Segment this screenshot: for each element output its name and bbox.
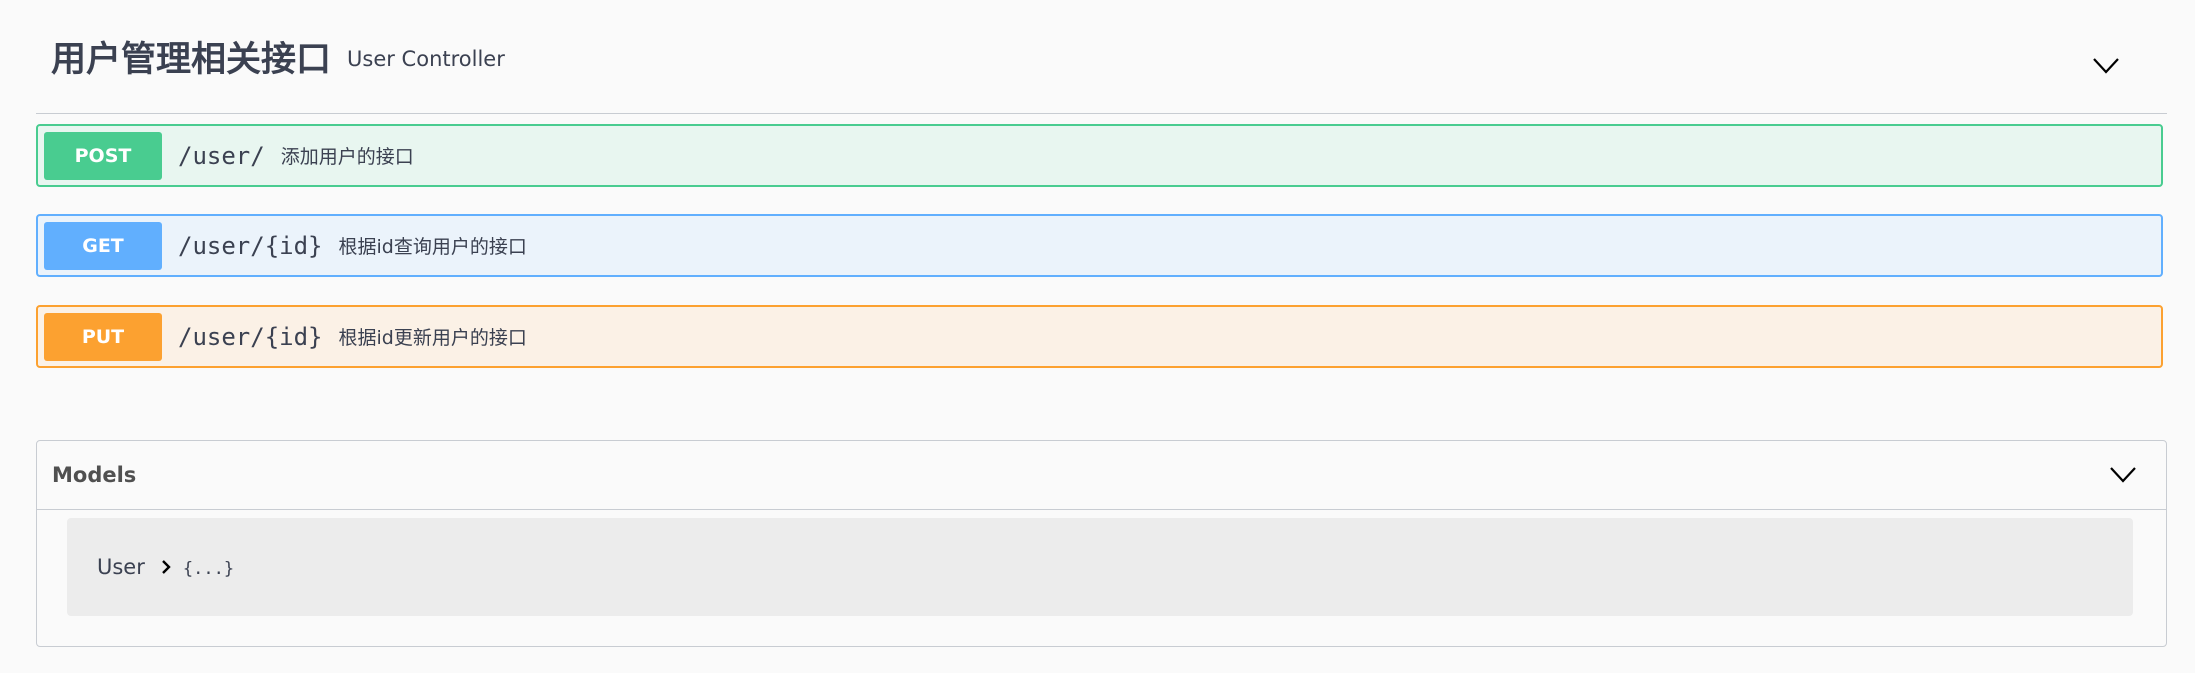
- operation-summary: 根据id更新用户的接口: [338, 327, 527, 349]
- swagger-content: 用户管理相关接口 User Controller POST /user/ 添加用…: [36, 0, 2167, 647]
- operation-path: /user/{id}: [178, 231, 323, 260]
- chevron-right-icon[interactable]: [159, 560, 173, 574]
- operation-path: /user/: [178, 141, 265, 170]
- method-badge: PUT: [44, 312, 162, 361]
- models-header[interactable]: Models: [37, 441, 2166, 510]
- model-collapsed-preview: {...}: [182, 559, 235, 579]
- operation-put-user-id[interactable]: PUT /user/{id} 根据id更新用户的接口: [36, 305, 2163, 368]
- chevron-down-icon[interactable]: [2110, 467, 2136, 483]
- model-name[interactable]: User: [97, 555, 145, 579]
- chevron-down-icon[interactable]: [2093, 58, 2119, 74]
- models-title: Models: [52, 463, 137, 487]
- operation-get-user-id[interactable]: GET /user/{id} 根据id查询用户的接口: [36, 214, 2163, 277]
- model-item-user[interactable]: User {...}: [67, 518, 2133, 616]
- operation-path: /user/{id}: [178, 322, 323, 351]
- tag-section-header[interactable]: 用户管理相关接口 User Controller: [36, 0, 2167, 114]
- method-badge: POST: [44, 131, 162, 180]
- operation-summary: 添加用户的接口: [280, 146, 414, 168]
- operation-post-user[interactable]: POST /user/ 添加用户的接口: [36, 124, 2163, 187]
- method-badge: GET: [44, 221, 162, 270]
- operation-summary: 根据id查询用户的接口: [338, 236, 527, 258]
- tag-description: User Controller: [347, 46, 505, 71]
- tag-title[interactable]: 用户管理相关接口: [51, 31, 331, 82]
- models-section: Models User {...}: [36, 440, 2167, 647]
